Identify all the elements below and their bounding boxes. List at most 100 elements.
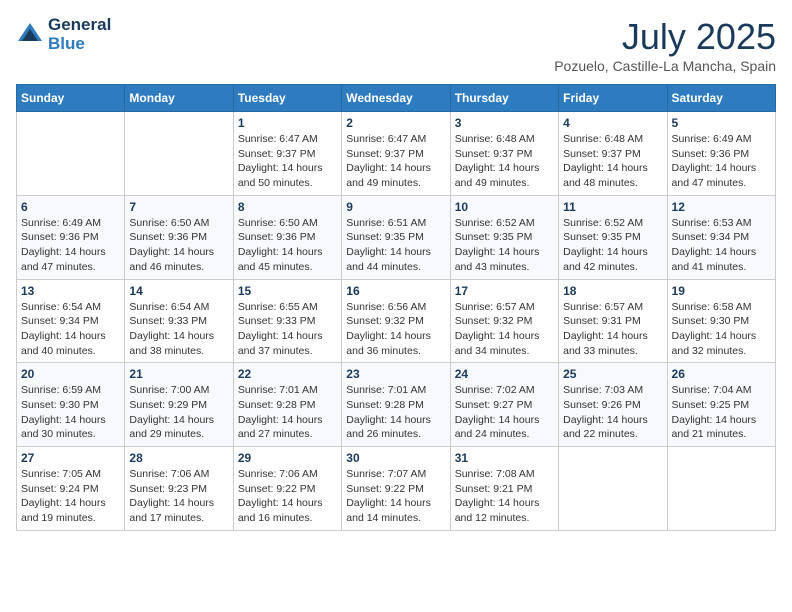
- location: Pozuelo, Castille-La Mancha, Spain: [554, 58, 776, 74]
- day-detail: Sunrise: 6:51 AM Sunset: 9:35 PM Dayligh…: [346, 216, 445, 275]
- day-detail: Sunrise: 6:52 AM Sunset: 9:35 PM Dayligh…: [563, 216, 662, 275]
- day-detail: Sunrise: 7:03 AM Sunset: 9:26 PM Dayligh…: [563, 383, 662, 442]
- day-detail: Sunrise: 6:50 AM Sunset: 9:36 PM Dayligh…: [129, 216, 228, 275]
- day-number: 9: [346, 200, 445, 214]
- day-number: 20: [21, 367, 120, 381]
- weekday-header: Thursday: [450, 85, 558, 112]
- calendar-cell: 24 Sunrise: 7:02 AM Sunset: 9:27 PM Dayli…: [450, 363, 558, 447]
- calendar-cell: 8 Sunrise: 6:50 AM Sunset: 9:36 PM Daylig…: [233, 195, 341, 279]
- day-number: 5: [672, 116, 771, 130]
- calendar-cell: 26Sunrise: 7:04 AM Sunset: 9:25 PM Dayli…: [667, 363, 775, 447]
- day-number: 12: [672, 200, 771, 214]
- calendar-cell: 19 Sunrise: 6:58 AM Sunset: 9:30 PM Dayli…: [667, 279, 775, 363]
- calendar-cell: 7Sunrise: 6:50 AM Sunset: 9:36 PM Daylig…: [125, 195, 233, 279]
- day-number: 17: [455, 284, 554, 298]
- logo-icon: [16, 21, 44, 49]
- day-detail: Sunrise: 6:59 AM Sunset: 9:30 PM Dayligh…: [21, 383, 120, 442]
- calendar-cell: 16Sunrise: 6:56 AM Sunset: 9:32 PM Dayli…: [342, 279, 450, 363]
- calendar-cell: 30 Sunrise: 7:07 AM Sunset: 9:22 PM Dayli…: [342, 447, 450, 531]
- day-detail: Sunrise: 6:49 AM Sunset: 9:36 PM Dayligh…: [672, 132, 771, 191]
- day-detail: Sunrise: 6:58 AM Sunset: 9:30 PM Dayligh…: [672, 300, 771, 359]
- day-number: 6: [21, 200, 120, 214]
- day-detail: Sunrise: 7:06 AM Sunset: 9:22 PM Dayligh…: [238, 467, 337, 526]
- day-number: 16: [346, 284, 445, 298]
- weekday-row: SundayMondayTuesdayWednesdayThursdayFrid…: [17, 85, 776, 112]
- day-number: 28: [129, 451, 228, 465]
- calendar-cell: 4 Sunrise: 6:48 AM Sunset: 9:37 PM Daylig…: [559, 112, 667, 196]
- day-number: 26: [672, 367, 771, 381]
- day-number: 3: [455, 116, 554, 130]
- calendar-cell: 9 Sunrise: 6:51 AM Sunset: 9:35 PM Daylig…: [342, 195, 450, 279]
- weekday-header: Wednesday: [342, 85, 450, 112]
- day-number: 4: [563, 116, 662, 130]
- calendar-cell: 12 Sunrise: 6:53 AM Sunset: 9:34 PM Dayli…: [667, 195, 775, 279]
- calendar-cell: 18 Sunrise: 6:57 AM Sunset: 9:31 PM Dayli…: [559, 279, 667, 363]
- day-number: 25: [563, 367, 662, 381]
- weekday-header: Friday: [559, 85, 667, 112]
- calendar-cell: 3 Sunrise: 6:48 AM Sunset: 9:37 PM Daylig…: [450, 112, 558, 196]
- calendar-cell: [125, 112, 233, 196]
- day-detail: Sunrise: 7:00 AM Sunset: 9:29 PM Dayligh…: [129, 383, 228, 442]
- day-number: 19: [672, 284, 771, 298]
- day-number: 14: [129, 284, 228, 298]
- calendar-table: SundayMondayTuesdayWednesdayThursdayFrid…: [16, 84, 776, 531]
- calendar-week: 13 Sunrise: 6:54 AM Sunset: 9:34 PM Dayli…: [17, 279, 776, 363]
- day-detail: Sunrise: 6:48 AM Sunset: 9:37 PM Dayligh…: [455, 132, 554, 191]
- weekday-header: Saturday: [667, 85, 775, 112]
- day-number: 30: [346, 451, 445, 465]
- calendar-cell: 6 Sunrise: 6:49 AM Sunset: 9:36 PM Daylig…: [17, 195, 125, 279]
- calendar-cell: 11Sunrise: 6:52 AM Sunset: 9:35 PM Dayli…: [559, 195, 667, 279]
- day-number: 29: [238, 451, 337, 465]
- calendar-cell: 15Sunrise: 6:55 AM Sunset: 9:33 PM Dayli…: [233, 279, 341, 363]
- day-number: 1: [238, 116, 337, 130]
- calendar-cell: 29 Sunrise: 7:06 AM Sunset: 9:22 PM Dayli…: [233, 447, 341, 531]
- calendar-cell: [17, 112, 125, 196]
- day-detail: Sunrise: 7:06 AM Sunset: 9:23 PM Dayligh…: [129, 467, 228, 526]
- day-detail: Sunrise: 7:01 AM Sunset: 9:28 PM Dayligh…: [238, 383, 337, 442]
- day-detail: Sunrise: 7:01 AM Sunset: 9:28 PM Dayligh…: [346, 383, 445, 442]
- day-number: 10: [455, 200, 554, 214]
- day-detail: Sunrise: 6:47 AM Sunset: 9:37 PM Dayligh…: [346, 132, 445, 191]
- day-detail: Sunrise: 6:53 AM Sunset: 9:34 PM Dayligh…: [672, 216, 771, 275]
- day-number: 2: [346, 116, 445, 130]
- day-detail: Sunrise: 6:54 AM Sunset: 9:33 PM Dayligh…: [129, 300, 228, 359]
- logo: General Blue: [16, 16, 111, 53]
- day-detail: Sunrise: 7:02 AM Sunset: 9:27 PM Dayligh…: [455, 383, 554, 442]
- calendar-cell: 27Sunrise: 7:05 AM Sunset: 9:24 PM Dayli…: [17, 447, 125, 531]
- day-number: 8: [238, 200, 337, 214]
- day-number: 23: [346, 367, 445, 381]
- calendar-cell: 20 Sunrise: 6:59 AM Sunset: 9:30 PM Dayli…: [17, 363, 125, 447]
- day-detail: Sunrise: 6:47 AM Sunset: 9:37 PM Dayligh…: [238, 132, 337, 191]
- day-detail: Sunrise: 6:49 AM Sunset: 9:36 PM Dayligh…: [21, 216, 120, 275]
- day-number: 15: [238, 284, 337, 298]
- calendar-cell: [559, 447, 667, 531]
- day-detail: Sunrise: 6:57 AM Sunset: 9:31 PM Dayligh…: [563, 300, 662, 359]
- page-header: General Blue July 2025 Pozuelo, Castille…: [16, 16, 776, 74]
- calendar-header: SundayMondayTuesdayWednesdayThursdayFrid…: [17, 85, 776, 112]
- day-detail: Sunrise: 6:50 AM Sunset: 9:36 PM Dayligh…: [238, 216, 337, 275]
- day-detail: Sunrise: 6:57 AM Sunset: 9:32 PM Dayligh…: [455, 300, 554, 359]
- day-number: 18: [563, 284, 662, 298]
- calendar-cell: 13 Sunrise: 6:54 AM Sunset: 9:34 PM Dayli…: [17, 279, 125, 363]
- day-number: 24: [455, 367, 554, 381]
- day-detail: Sunrise: 6:52 AM Sunset: 9:35 PM Dayligh…: [455, 216, 554, 275]
- calendar-cell: 21Sunrise: 7:00 AM Sunset: 9:29 PM Dayli…: [125, 363, 233, 447]
- title-area: July 2025 Pozuelo, Castille-La Mancha, S…: [554, 16, 776, 74]
- calendar-cell: 31 Sunrise: 7:08 AM Sunset: 9:21 PM Dayli…: [450, 447, 558, 531]
- day-detail: Sunrise: 6:54 AM Sunset: 9:34 PM Dayligh…: [21, 300, 120, 359]
- day-number: 31: [455, 451, 554, 465]
- calendar-week: 27Sunrise: 7:05 AM Sunset: 9:24 PM Dayli…: [17, 447, 776, 531]
- month-title: July 2025: [554, 16, 776, 58]
- day-detail: Sunrise: 6:48 AM Sunset: 9:37 PM Dayligh…: [563, 132, 662, 191]
- day-detail: Sunrise: 7:08 AM Sunset: 9:21 PM Dayligh…: [455, 467, 554, 526]
- calendar-week: 6 Sunrise: 6:49 AM Sunset: 9:36 PM Daylig…: [17, 195, 776, 279]
- day-detail: Sunrise: 7:07 AM Sunset: 9:22 PM Dayligh…: [346, 467, 445, 526]
- calendar-cell: 22 Sunrise: 7:01 AM Sunset: 9:28 PM Dayli…: [233, 363, 341, 447]
- day-number: 22: [238, 367, 337, 381]
- calendar-week: 1 Sunrise: 6:47 AM Sunset: 9:37 PM Daylig…: [17, 112, 776, 196]
- calendar-body: 1 Sunrise: 6:47 AM Sunset: 9:37 PM Daylig…: [17, 112, 776, 531]
- calendar-cell: 5 Sunrise: 6:49 AM Sunset: 9:36 PM Daylig…: [667, 112, 775, 196]
- calendar-cell: 28 Sunrise: 7:06 AM Sunset: 9:23 PM Dayli…: [125, 447, 233, 531]
- logo-text: General Blue: [48, 16, 111, 53]
- day-number: 13: [21, 284, 120, 298]
